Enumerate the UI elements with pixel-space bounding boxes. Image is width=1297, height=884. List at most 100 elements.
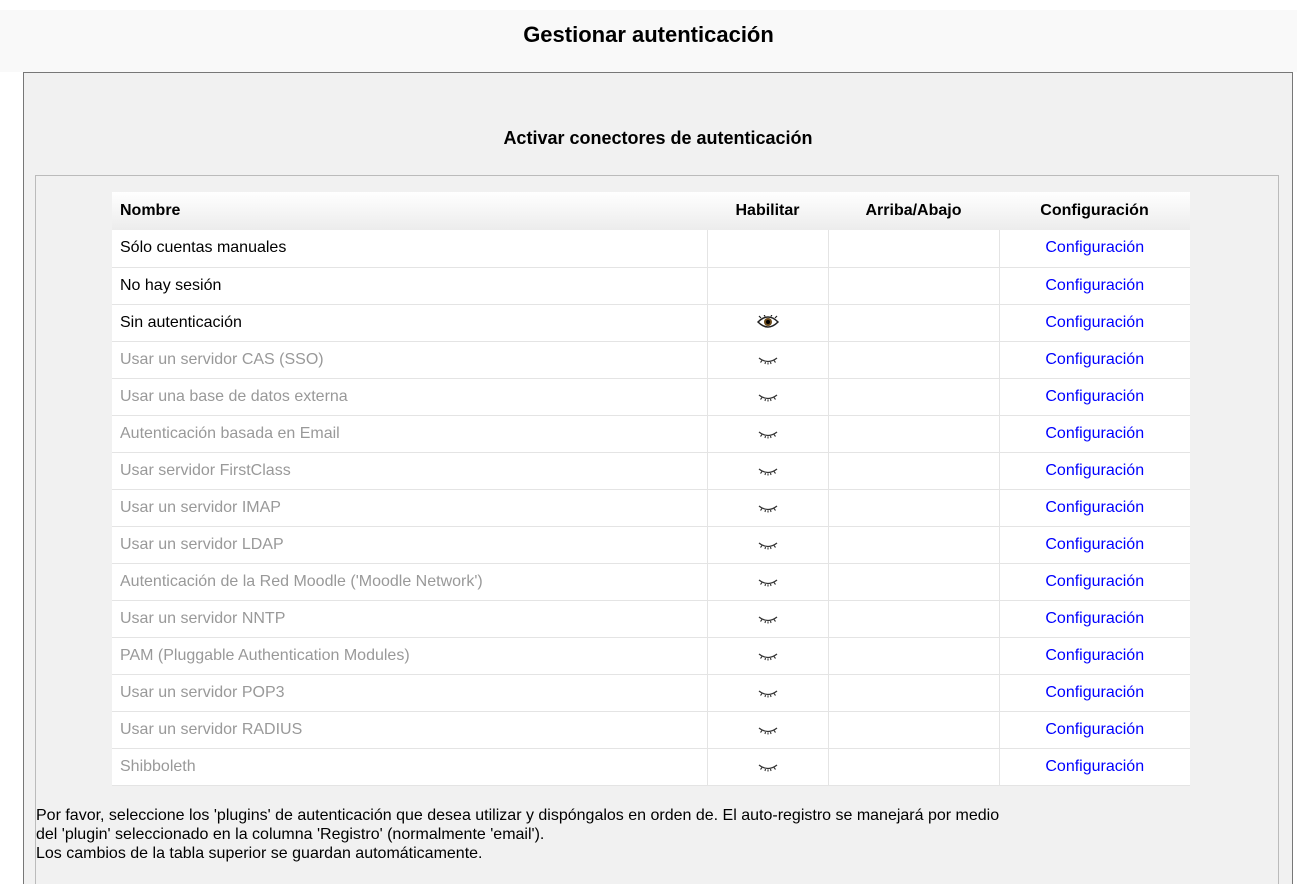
plugin-name: Usar un servidor RADIUS: [120, 720, 303, 738]
configuration-link[interactable]: Configuración: [1045, 425, 1144, 442]
plugin-config-cell: Configuración: [999, 304, 1190, 342]
configuration-link[interactable]: Configuración: [1045, 721, 1144, 738]
configuration-link[interactable]: Configuración: [1045, 610, 1144, 627]
configuration-link[interactable]: Configuración: [1045, 573, 1144, 590]
plugin-updown-cell: [827, 341, 1000, 379]
table-row: Sin autenticación Configuración: [112, 304, 1190, 342]
plugin-enable-cell: [706, 600, 829, 638]
configuration-link[interactable]: Configuración: [1045, 647, 1144, 664]
plugin-enable-cell: [706, 674, 829, 712]
plugin-name-cell: Shibboleth: [112, 748, 707, 786]
plugin-name: PAM (Pluggable Authentication Modules): [120, 646, 410, 664]
plugin-config-cell: Configuración: [999, 674, 1190, 712]
eye-open-icon[interactable]: [756, 314, 779, 329]
eye-closed-icon[interactable]: [757, 759, 779, 773]
configuration-link[interactable]: Configuración: [1045, 239, 1144, 256]
plugin-config-cell: Configuración: [999, 267, 1190, 305]
table-row: Autenticación de la Red Moodle ('Moodle …: [112, 563, 1190, 601]
configuration-link[interactable]: Configuración: [1045, 351, 1144, 368]
plugin-enable-cell: [706, 267, 829, 305]
table-row: Usar un servidor LDAP Configuración: [112, 526, 1190, 564]
eye-closed-icon[interactable]: [757, 463, 779, 477]
configuration-link[interactable]: Configuración: [1045, 462, 1144, 479]
plugin-name-cell: Usar un servidor LDAP: [112, 526, 707, 564]
configuration-link[interactable]: Configuración: [1045, 499, 1144, 516]
plugin-updown-cell: [827, 452, 1000, 490]
eye-closed-icon[interactable]: [757, 426, 779, 440]
header-updown: Arriba/Abajo: [828, 192, 999, 230]
configuration-link[interactable]: Configuración: [1045, 758, 1144, 775]
plugin-enable-cell: [706, 452, 829, 490]
plugin-enable-cell: [706, 526, 829, 564]
plugin-name-cell: Usar un servidor POP3: [112, 674, 707, 712]
page: Gestionar autenticación Activar conector…: [0, 0, 1297, 884]
plugin-updown-cell: [827, 489, 1000, 527]
table-row: Usar un servidor POP3 Configuración: [112, 674, 1190, 712]
header-config: Configuración: [999, 192, 1190, 230]
table-row: Usar servidor FirstClass Configuración: [112, 452, 1190, 490]
eye-closed-icon[interactable]: [757, 574, 779, 588]
plugin-enable-cell: [706, 378, 829, 416]
configuration-link[interactable]: Configuración: [1045, 277, 1144, 294]
configuration-link[interactable]: Configuración: [1045, 684, 1144, 701]
plugin-name-cell: No hay sesión: [112, 267, 707, 305]
plugin-name: No hay sesión: [120, 276, 222, 294]
plugin-config-cell: Configuración: [999, 526, 1190, 564]
plugin-updown-cell: [827, 674, 1000, 712]
eye-closed-icon[interactable]: [757, 648, 779, 662]
plugin-name: Autenticación de la Red Moodle ('Moodle …: [120, 572, 483, 590]
plugin-updown-cell: [827, 748, 1000, 786]
plugin-name: Usar servidor FirstClass: [120, 461, 291, 479]
plugin-name-cell: PAM (Pluggable Authentication Modules): [112, 637, 707, 675]
configuration-link[interactable]: Configuración: [1045, 388, 1144, 405]
plugin-config-cell: Configuración: [999, 637, 1190, 675]
eye-closed-icon[interactable]: [757, 685, 779, 699]
help-text-line-1: Por favor, seleccione los 'plugins' de a…: [36, 807, 1000, 824]
eye-closed-icon[interactable]: [757, 389, 779, 403]
eye-closed-icon[interactable]: [757, 500, 779, 514]
plugin-name-cell: Autenticación basada en Email: [112, 415, 707, 453]
plugin-name-cell: Usar servidor FirstClass: [112, 452, 707, 490]
plugin-name: Shibboleth: [120, 757, 196, 775]
plugin-config-cell: Configuración: [999, 600, 1190, 638]
help-text-line-2: del 'plugin' seleccionado en la columna …: [36, 826, 545, 843]
plugin-name: Usar un servidor LDAP: [120, 535, 284, 553]
configuration-link[interactable]: Configuración: [1045, 536, 1144, 553]
plugin-updown-cell: [827, 267, 1000, 305]
table-row: Shibboleth Configuración: [112, 748, 1190, 786]
eye-closed-icon[interactable]: [757, 722, 779, 736]
eye-closed-icon[interactable]: [757, 537, 779, 551]
plugin-name-cell: Usar un servidor NNTP: [112, 600, 707, 638]
help-text-line-3: Los cambios de la tabla superior se guar…: [36, 845, 483, 862]
plugin-name: Sólo cuentas manuales: [120, 239, 287, 257]
plugin-enable-cell: [706, 748, 829, 786]
plugin-enable-cell: [706, 415, 829, 453]
auth-settings-panel: Activar conectores de autenticación Nomb…: [23, 72, 1293, 884]
table-row: Usar un servidor IMAP Configuración: [112, 489, 1190, 527]
plugin-config-cell: Configuración: [999, 378, 1190, 416]
eye-closed-icon[interactable]: [757, 611, 779, 625]
plugin-name-cell: Sin autenticación: [112, 304, 707, 342]
plugin-name: Usar un servidor CAS (SSO): [120, 350, 324, 368]
configuration-link[interactable]: Configuración: [1045, 314, 1144, 331]
plugin-name-cell: Usar un servidor CAS (SSO): [112, 341, 707, 379]
plugin-name: Sin autenticación: [120, 313, 242, 331]
table-row: Usar un servidor CAS (SSO) Configuración: [112, 341, 1190, 379]
plugin-enable-cell: [706, 304, 829, 342]
plugin-name: Autenticación basada en Email: [120, 424, 340, 442]
plugin-updown-cell: [827, 230, 1000, 268]
header-name: Nombre: [112, 192, 707, 230]
plugin-config-cell: Configuración: [999, 415, 1190, 453]
eye-closed-icon[interactable]: [757, 352, 779, 366]
plugin-config-cell: Configuración: [999, 230, 1190, 268]
plugin-config-cell: Configuración: [999, 489, 1190, 527]
plugin-name-cell: Autenticación de la Red Moodle ('Moodle …: [112, 563, 707, 601]
plugin-updown-cell: [827, 415, 1000, 453]
table-row: No hay sesión Configuración: [112, 267, 1190, 305]
section-title: Activar conectores de autenticación: [503, 128, 813, 148]
plugin-enable-cell: [706, 711, 829, 749]
table-row: Sólo cuentas manuales Configuración: [112, 230, 1190, 268]
plugin-enable-cell: [706, 563, 829, 601]
help-text: Por favor, seleccione los 'plugins' de a…: [36, 806, 1276, 863]
table-row: Usar una base de datos externa Configurac…: [112, 378, 1190, 416]
